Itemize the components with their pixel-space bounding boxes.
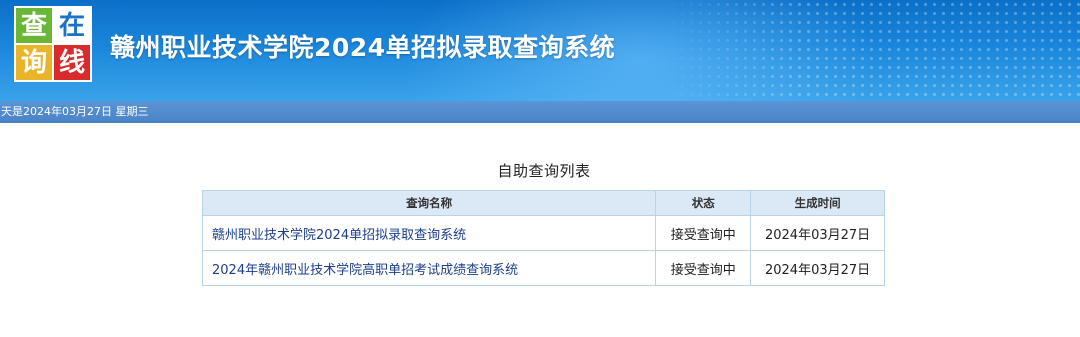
query-name-cell: 2024年赣州职业技术学院高职单招考试成绩查询系统 (201, 250, 657, 286)
date-bar: 天是2024年03月27日 星期三 (0, 101, 1080, 123)
column-header-time: 生成时间 (750, 190, 885, 216)
site-logo: 查 在 询 线 (14, 6, 92, 82)
dot-map-decoration (660, 0, 1080, 101)
date-text: 天是2024年03月27日 星期三 (1, 105, 149, 118)
status-cell: 接受查询中 (655, 215, 752, 251)
column-header-name: 查询名称 (201, 190, 657, 216)
logo-char-3: 询 (16, 45, 52, 80)
query-name-cell: 赣州职业技术学院2024单招拟录取查询系统 (201, 215, 657, 251)
column-header-status: 状态 (655, 190, 752, 216)
query-link[interactable]: 2024年赣州职业技术学院高职单招考试成绩查询系统 (212, 263, 518, 278)
query-table: 查询名称 状态 生成时间 赣州职业技术学院2024单招拟录取查询系统 接受查询中… (201, 190, 885, 286)
table-row: 2024年赣州职业技术学院高职单招考试成绩查询系统 接受查询中 2024年03月… (201, 250, 885, 286)
site-title: 赣州职业技术学院2024单招拟录取查询系统 (110, 33, 616, 62)
table-row: 赣州职业技术学院2024单招拟录取查询系统 接受查询中 2024年03月27日 (201, 215, 885, 251)
status-cell: 接受查询中 (655, 250, 752, 286)
logo-char-4: 线 (54, 45, 90, 80)
query-link[interactable]: 赣州职业技术学院2024单招拟录取查询系统 (212, 228, 466, 243)
time-cell: 2024年03月27日 (750, 250, 885, 286)
logo-char-2: 在 (54, 8, 90, 43)
time-cell: 2024年03月27日 (750, 215, 885, 251)
table-header-row: 查询名称 状态 生成时间 (201, 190, 885, 216)
list-title: 自助查询列表 (497, 162, 591, 180)
header-banner: 查 在 询 线 赣州职业技术学院2024单招拟录取查询系统 (0, 0, 1080, 101)
logo-char-1: 查 (16, 8, 52, 43)
